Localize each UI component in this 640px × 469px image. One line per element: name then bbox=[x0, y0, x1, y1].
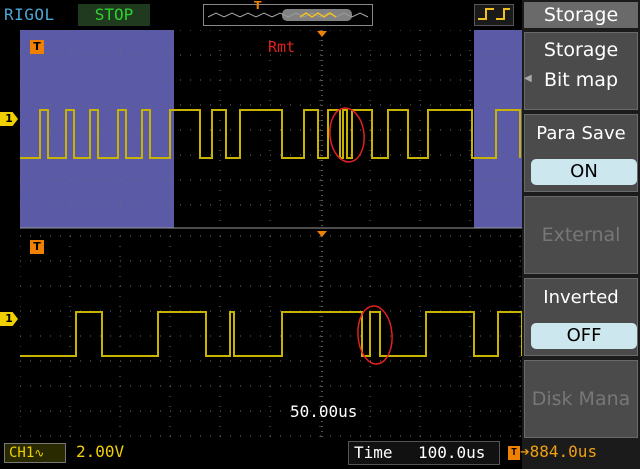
storage-type-value: Bit map bbox=[543, 69, 618, 91]
trigger-offset[interactable]: T ➔884.0us bbox=[508, 442, 626, 466]
trigger-offset-value: 884.0us bbox=[529, 442, 598, 461]
brand-logo: RIGOL bbox=[4, 5, 55, 24]
storage-type-label: Storage bbox=[543, 39, 619, 61]
ch1-tag-label: CH1 bbox=[9, 445, 35, 461]
softkey-inverted[interactable]: Inverted OFF bbox=[524, 278, 638, 356]
softkey-disk-mana[interactable]: Disk Mana bbox=[524, 360, 638, 438]
ch1-trace-zoom bbox=[20, 311, 523, 357]
softkey-external[interactable]: External bbox=[524, 196, 638, 274]
trigger-level-marker-main: T bbox=[30, 40, 44, 54]
submenu-arrow-icon: ◀ bbox=[524, 73, 532, 84]
main-view-right-shade bbox=[474, 30, 522, 228]
ch1-status-tag[interactable]: CH1∿ bbox=[4, 443, 66, 463]
waveform-display[interactable] bbox=[19, 29, 523, 437]
inverted-label: Inverted bbox=[543, 287, 619, 308]
run-state-badge[interactable]: STOP bbox=[78, 4, 150, 26]
ac-coupling-icon: ∿ bbox=[34, 446, 45, 460]
trigger-edge-indicator[interactable] bbox=[474, 4, 514, 26]
softkey-para-save[interactable]: Para Save ON bbox=[524, 114, 638, 192]
inverted-value: OFF bbox=[531, 323, 637, 349]
waveform-canvas bbox=[19, 29, 523, 437]
memory-trigger-marker: T bbox=[254, 0, 262, 12]
trigger-position-marker-zoom bbox=[317, 231, 327, 237]
para-save-value: ON bbox=[531, 159, 637, 185]
trigger-offset-arrow-icon: ➔ bbox=[520, 442, 530, 461]
memory-overview-icon bbox=[207, 9, 369, 21]
timebase-value: 100.0us bbox=[418, 443, 486, 462]
ch1-level-marker-main[interactable]: 1 bbox=[0, 112, 18, 126]
para-save-label: Para Save bbox=[536, 123, 626, 144]
trigger-level-marker-zoom: T bbox=[30, 240, 44, 254]
memory-position-bar: T bbox=[203, 0, 373, 26]
zoom-timebase-label: 50.00us bbox=[290, 402, 358, 421]
remote-indicator: Rmt bbox=[268, 38, 296, 56]
softkey-menu: Storage Storage ◀ Bit map Para Save ON E… bbox=[522, 0, 640, 469]
rising-edge-icon bbox=[478, 8, 510, 20]
menu-title: Storage bbox=[524, 2, 638, 28]
timebase-label: Time bbox=[354, 443, 393, 462]
trigger-offset-icon: T bbox=[508, 445, 520, 460]
zoom-grid bbox=[19, 235, 522, 437]
ch1-level-marker-zoom[interactable]: 1 bbox=[0, 312, 18, 326]
ch1-vertical-scale: 2.00V bbox=[76, 442, 125, 461]
softkey-storage[interactable]: Storage ◀ Bit map bbox=[524, 32, 638, 110]
